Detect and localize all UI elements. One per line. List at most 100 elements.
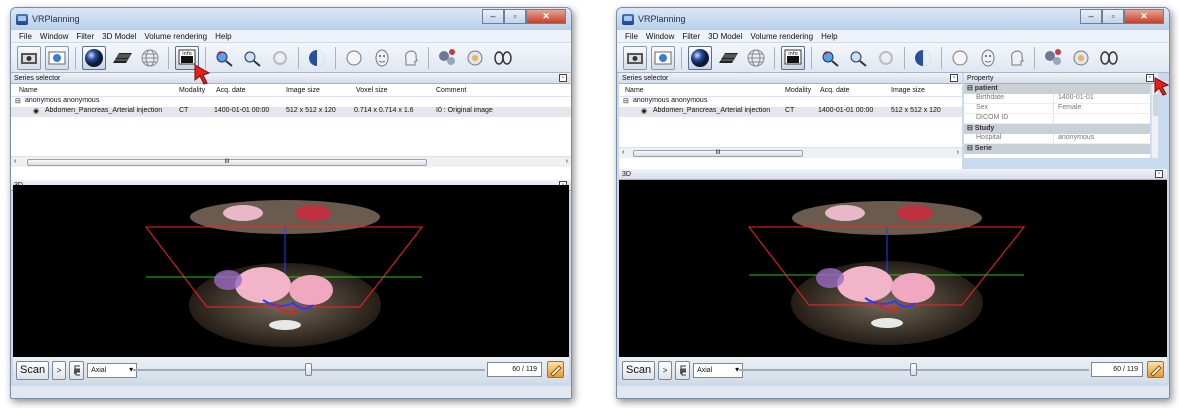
open-folder-button[interactable] [623,45,647,70]
slice-slider-thumb[interactable] [910,363,917,376]
patient-row[interactable]: ⊟ anonymous anonymous [11,97,571,107]
pencil-button[interactable] [547,361,564,378]
eye-icon[interactable]: ◉ [33,107,39,115]
patient-row[interactable]: ⊟ anonymous anonymous [619,97,962,107]
slice-counter[interactable]: 60 / 119 [487,362,542,377]
reset-button[interactable] [874,46,898,70]
open-image-button[interactable] [45,45,69,70]
column-name[interactable]: Name [625,87,644,94]
face-button[interactable] [976,46,1000,70]
column-image-size[interactable]: Image size [286,87,320,94]
scrollbar-thumb[interactable]: III [27,159,427,166]
orientation-select[interactable]: Axial [87,362,138,378]
title-bar[interactable]: VRPlanning – ▫ ✕ [11,8,571,30]
menu-help[interactable]: Help [817,32,841,41]
print-button[interactable] [675,360,691,380]
column-acq-date[interactable]: Acq. date [820,87,850,94]
property-value[interactable] [1054,114,1150,124]
menu-window[interactable]: Window [642,32,678,41]
scan-button[interactable]: Scan [622,360,656,380]
scroll-right-icon[interactable]: › [957,149,959,156]
property-row[interactable]: Birthdate 1400-01-01 [964,94,1150,104]
menu-help[interactable]: Help [211,32,235,41]
menu-3d-model[interactable]: 3D Model [704,32,746,41]
close-button[interactable]: ✕ [526,9,566,24]
menu-3d-model[interactable]: 3D Model [98,32,140,41]
scroll-right-icon[interactable]: › [566,158,568,165]
print-button[interactable] [69,360,85,380]
zoom-out-button[interactable] [240,46,264,70]
open-folder-button[interactable] [17,45,41,70]
property-category[interactable]: ⊟ Study [964,124,1150,134]
column-comment[interactable]: Comment [436,87,466,94]
column-voxel-size[interactable]: Voxel size [356,87,388,94]
molecule-button[interactable] [1041,46,1065,70]
mesh-view-button[interactable] [744,46,768,70]
series-row[interactable]: ◉ Abdomen_Pancreas_Arterial injection CT… [619,107,962,117]
head-profile-button[interactable] [398,46,422,70]
property-category[interactable]: ⊟ patient [964,84,1150,94]
next-button[interactable]: > [52,360,67,380]
sphere-view-button[interactable] [688,45,712,70]
property-row[interactable]: Sex Female [964,104,1150,114]
sphere-view-button[interactable] [82,45,106,70]
property-row[interactable]: Hospital anonymous [964,134,1150,144]
slice-slider[interactable] [739,363,1089,376]
head-outline-button[interactable] [948,46,972,70]
column-acq-date[interactable]: Acq. date [216,87,246,94]
minimize-button[interactable]: – [482,9,504,24]
horizontal-scrollbar[interactable]: ‹ III › [619,147,962,158]
column-modality[interactable]: Modality [179,87,205,94]
scrollbar-thumb[interactable]: III [633,150,803,157]
horizontal-scrollbar[interactable]: ‹ III › [11,156,571,167]
scan-button[interactable]: Scan [16,360,50,380]
minimize-button[interactable]: – [1080,9,1102,24]
menu-filter[interactable]: Filter [72,32,98,41]
molecule-button[interactable] [435,46,459,70]
stereo-button[interactable] [491,46,515,70]
info-button[interactable]: info [781,45,805,70]
menu-window[interactable]: Window [36,32,72,41]
property-value[interactable]: 1400-01-01 [1054,94,1150,104]
scroll-left-icon[interactable]: ‹ [14,158,16,165]
menu-filter[interactable]: Filter [678,32,704,41]
zoom-in-button[interactable]: + [212,46,236,70]
series-row[interactable]: ◉ Abdomen_Pancreas_Arterial injection CT… [11,107,571,117]
view3d-canvas[interactable] [13,185,569,365]
column-image-size[interactable]: Image size [891,87,925,94]
slice-counter[interactable]: 60 / 119 [1091,362,1143,377]
rotate-sphere-button[interactable] [463,46,487,70]
property-scrollbar-thumb[interactable] [1153,94,1158,116]
slice-slider[interactable] [133,363,485,376]
float-panel-button[interactable]: ▫ [559,74,567,82]
column-modality[interactable]: Modality [785,87,811,94]
reset-button[interactable] [268,46,292,70]
collapse-icon[interactable]: ⊟ [15,97,21,105]
pencil-button[interactable] [1147,361,1164,378]
rotate-sphere-button[interactable] [1069,46,1093,70]
zoom-out-button[interactable] [846,46,870,70]
face-button[interactable] [370,46,394,70]
head-outline-button[interactable] [342,46,366,70]
property-value[interactable]: Female [1054,104,1150,114]
maximize-button[interactable]: ▫ [1102,9,1124,24]
zoom-in-button[interactable]: + [818,46,842,70]
next-button[interactable]: > [658,360,673,380]
menu-volume-rendering[interactable]: Volume rendering [140,32,211,41]
contrast-button[interactable] [305,46,329,70]
float-panel-button[interactable]: ▫ [950,74,958,82]
title-bar[interactable]: VRPlanning – ▫ ✕ [617,8,1169,30]
column-name[interactable]: Name [19,87,38,94]
menu-file[interactable]: File [15,32,36,41]
float-3d-button[interactable]: ▫ [1155,170,1163,178]
close-button[interactable]: ✕ [1124,9,1164,24]
slices-view-button[interactable] [110,46,134,70]
stereo-button[interactable] [1097,46,1121,70]
mesh-view-button[interactable] [138,46,162,70]
menu-file[interactable]: File [621,32,642,41]
property-row[interactable]: DICOM ID [964,114,1150,124]
collapse-icon[interactable]: ⊟ [623,97,629,105]
slices-view-button[interactable] [716,46,740,70]
maximize-button[interactable]: ▫ [504,9,526,24]
open-image-button[interactable] [651,45,675,70]
